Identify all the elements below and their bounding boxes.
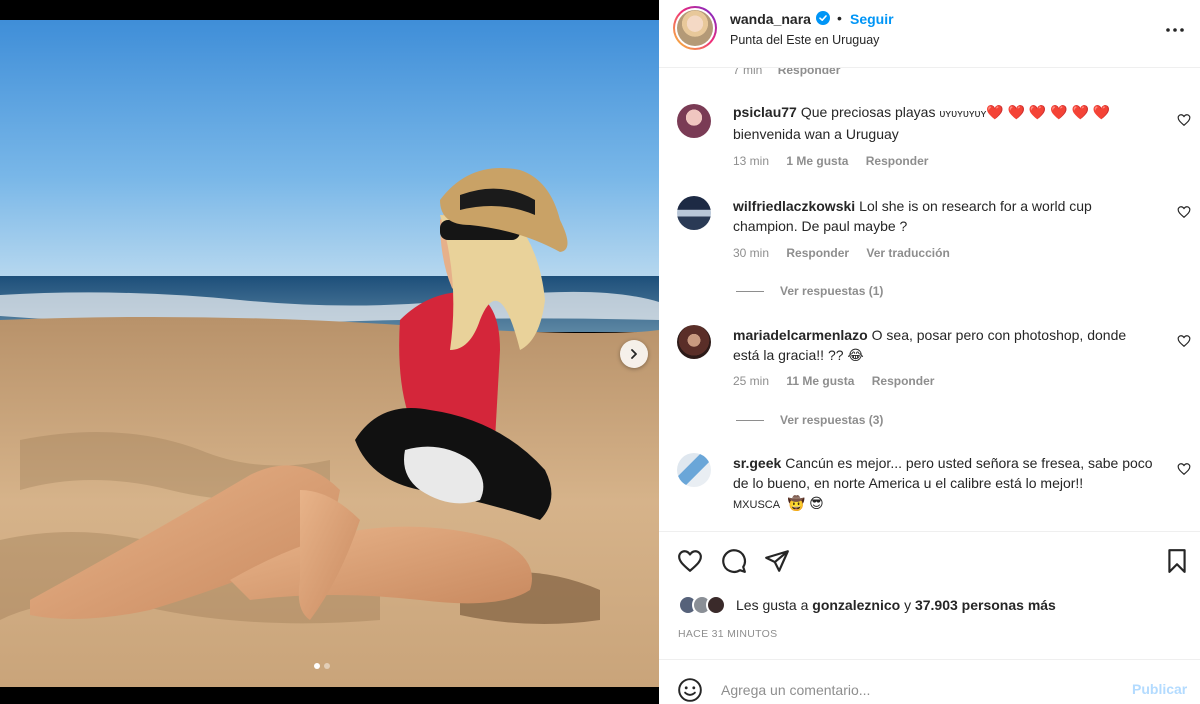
heart-icon[interactable] (677, 548, 703, 574)
commenter-avatar[interactable] (677, 196, 711, 230)
post-details-panel: wanda_nara • Seguir Punta del Este en Ur… (659, 0, 1200, 704)
comment-meta: 13 min 1 Me gusta Responder (733, 154, 929, 168)
comments-list[interactable]: 7 min Responder psiclau77 Que preciosas p… (659, 68, 1200, 531)
header-separator: • (837, 10, 842, 26)
likes-summary[interactable]: Les gusta a gonzaleznico y 37.903 person… (678, 595, 1056, 615)
comment-icon[interactable] (721, 548, 747, 574)
commenter-avatar[interactable] (677, 453, 711, 487)
liker-avatar (706, 595, 726, 615)
post-media-panel (0, 0, 659, 704)
comment-input[interactable] (721, 679, 1111, 701)
commenter-avatar[interactable] (677, 325, 711, 359)
comment-meta: 25 min 11 Me gusta Responder (733, 374, 935, 388)
comment-text: wilfriedlaczkowski Lol she is on research… (733, 198, 1092, 234)
author-username[interactable]: wanda_nara (730, 11, 811, 27)
carousel-dot (324, 663, 330, 669)
next-photo-button[interactable] (620, 340, 648, 368)
commenter-username[interactable]: sr.geek (733, 455, 781, 471)
comment-likes[interactable]: 1 Me gusta (786, 154, 848, 168)
commenter-username[interactable]: mariadelcarmenlazo (733, 327, 868, 343)
comment-likes[interactable]: 11 Me gusta (786, 374, 854, 388)
post-header: wanda_nara • Seguir Punta del Este en Ur… (659, 0, 1200, 68)
view-replies-button[interactable]: Ver respuestas (1) (736, 284, 883, 298)
likes-text: Les gusta a gonzaleznico y 37.903 person… (736, 597, 1056, 613)
comment-text: mariadelcarmenlazo O sea, posar pero con … (733, 327, 1127, 363)
reply-button[interactable]: Responder (872, 374, 935, 388)
comment-text: psiclau77 Que preciosas playas ᴜʏᴜʏᴜʏᴜʏ❤️… (733, 104, 1111, 142)
heart-icon[interactable] (1177, 113, 1191, 127)
author-avatar[interactable] (673, 6, 717, 50)
instagram-post-view: wanda_nara • Seguir Punta del Este en Ur… (0, 0, 1200, 704)
heart-emojis: ❤️ ❤️ ❤️ ❤️ ❤️ ❤️ (986, 104, 1111, 120)
commenter-avatar[interactable] (677, 104, 711, 138)
commenter-username[interactable]: wilfriedlaczkowski (733, 198, 855, 214)
verified-icon (816, 11, 830, 25)
emoji-icon[interactable] (677, 677, 703, 703)
heart-icon[interactable] (1177, 205, 1191, 219)
post-photo[interactable] (0, 20, 659, 687)
liker-username[interactable]: gonzaleznico (812, 597, 900, 613)
share-icon[interactable] (764, 548, 790, 574)
commenter-username[interactable]: psiclau77 (733, 104, 797, 120)
comment-meta: 30 min Responder Ver traducción (733, 246, 950, 260)
add-comment-bar: Publicar (659, 659, 1200, 704)
reply-button[interactable]: Responder (778, 68, 841, 77)
post-location[interactable]: Punta del Este en Uruguay (730, 33, 879, 47)
beach-photo-illustration (0, 20, 659, 687)
post-timestamp[interactable]: HACE 31 MINUTOS (678, 628, 777, 640)
view-replies-button[interactable]: Ver respuestas (3) (736, 413, 883, 427)
heart-icon[interactable] (1177, 334, 1191, 348)
partial-comment-meta: 7 min Responder (733, 68, 840, 77)
bookmark-icon[interactable] (1164, 548, 1190, 574)
translate-button[interactable]: Ver traducción (866, 246, 949, 260)
publish-button[interactable]: Publicar (1132, 681, 1187, 697)
heart-icon[interactable] (1177, 462, 1191, 476)
comment-text: sr.geek Cancún es mejor... pero usted señ… (733, 455, 1153, 511)
carousel-dot-active (314, 663, 320, 669)
post-actions: Les gusta a gonzaleznico y 37.903 person… (659, 531, 1200, 659)
chevron-right-icon (631, 349, 637, 359)
reply-button[interactable]: Responder (786, 246, 849, 260)
follow-button[interactable]: Seguir (850, 11, 894, 27)
likes-count[interactable]: 37.903 personas más (915, 597, 1056, 613)
more-options-icon[interactable] (1163, 18, 1187, 42)
carousel-indicator (314, 663, 330, 669)
reply-button[interactable]: Responder (866, 154, 929, 168)
